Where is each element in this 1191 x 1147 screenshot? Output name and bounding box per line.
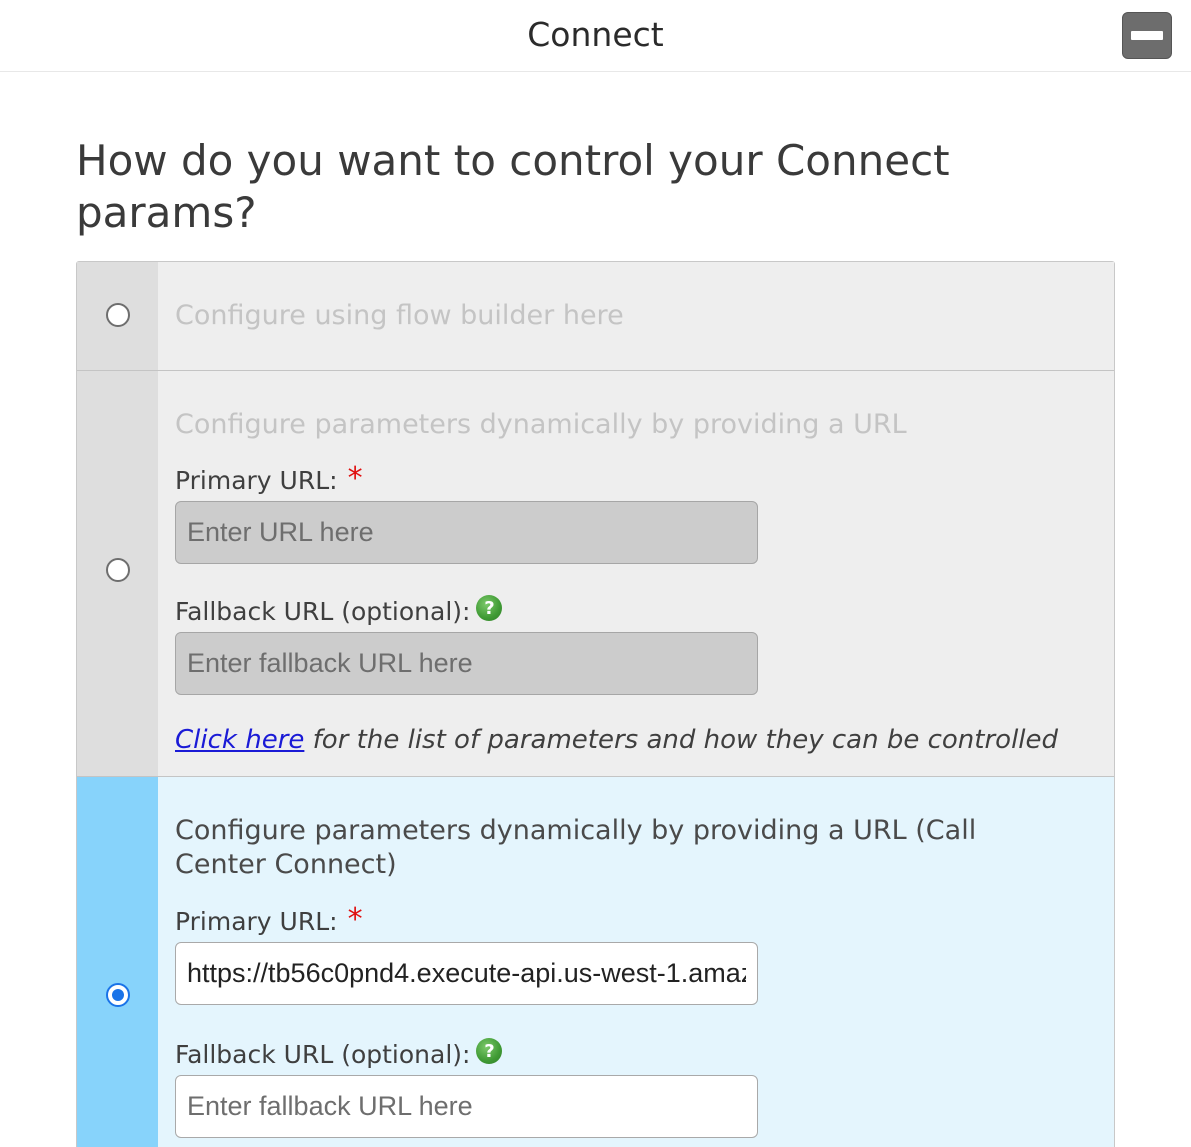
radio-dynamic-url[interactable] [106,558,130,582]
required-star: * [347,460,363,496]
option-content: Configure parameters dynamically by prov… [158,371,1114,776]
option-radio-column [77,262,158,370]
option-title: Configure using flow builder here [175,300,624,331]
help-icon[interactable]: ? [476,1038,503,1064]
primary-url-label-text: Primary URL: [175,906,338,936]
primary-url-label: Primary URL: * [175,460,1114,497]
option-radio-column [77,371,158,776]
radio-flow-builder[interactable] [106,303,130,327]
fallback-url-label: Fallback URL (optional): ? [175,1037,1114,1071]
fallback-url-input[interactable] [175,1075,758,1138]
dialog-header: Connect [0,0,1191,72]
option-title: Configure parameters dynamically by prov… [175,815,977,880]
help-icon[interactable]: ? [476,595,503,621]
dialog-title: Connect [527,15,664,54]
primary-url-input[interactable] [175,942,758,1005]
parameters-list-link[interactable]: Click here [175,725,304,755]
radio-call-center-connect[interactable] [106,983,130,1007]
minus-icon-bar [1131,31,1163,40]
minus-icon[interactable] [1122,12,1172,59]
primary-url-label-text: Primary URL: [175,465,338,495]
parameters-info: Click here for the list of parameters an… [175,725,1114,755]
option-content: Configure parameters dynamically by prov… [158,777,1114,1147]
options-group: Configure using flow builder here Config… [76,261,1115,1147]
fallback-url-input[interactable] [175,632,758,695]
option-call-center-connect[interactable]: Configure parameters dynamically by prov… [77,777,1114,1147]
primary-url-input[interactable] [175,501,758,564]
option-dynamic-url[interactable]: Configure parameters dynamically by prov… [77,371,1114,777]
fallback-url-label-text: Fallback URL (optional): [175,1039,471,1069]
page-question: How do you want to control your Connect … [76,136,950,237]
fallback-url-label: Fallback URL (optional): ? [175,594,1114,628]
parameters-info-text: for the list of parameters and how they … [304,725,1059,755]
primary-url-label: Primary URL: * [175,901,1114,938]
option-content: Configure using flow builder here [158,262,1114,370]
option-title: Configure parameters dynamically by prov… [175,409,907,440]
option-flow-builder[interactable]: Configure using flow builder here [77,262,1114,371]
required-star: * [347,901,363,937]
fallback-url-label-text: Fallback URL (optional): [175,596,471,626]
option-radio-column [77,777,158,1147]
